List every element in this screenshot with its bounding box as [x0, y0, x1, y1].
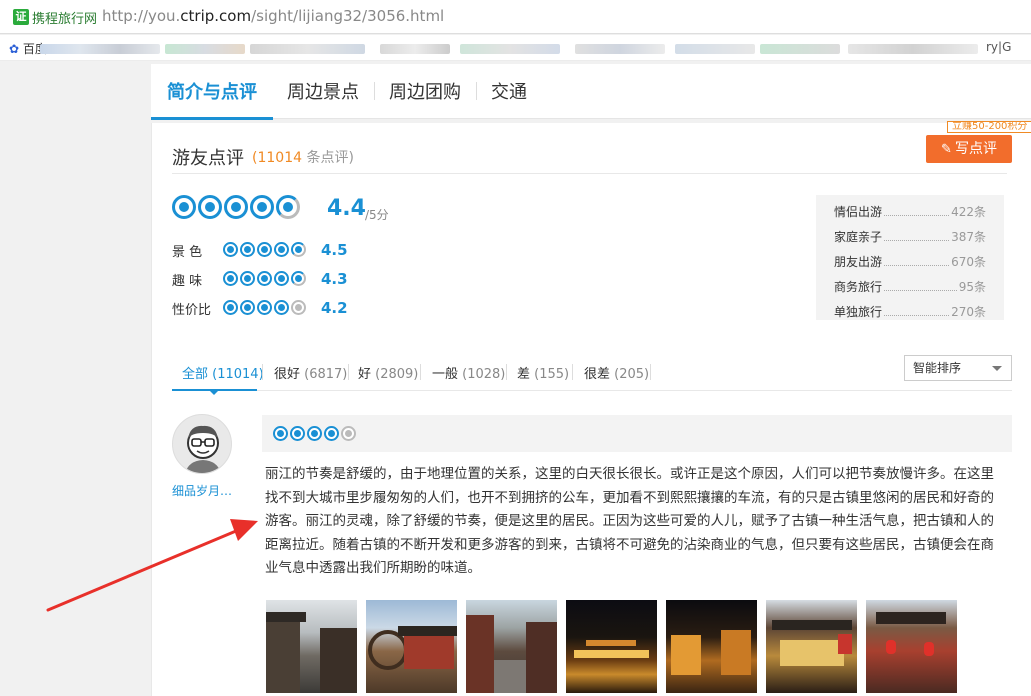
filter-poor[interactable]: 差 (155)	[517, 363, 569, 382]
review-photo-canal-street[interactable]	[266, 600, 357, 693]
rating-circle-icon	[240, 271, 255, 286]
overall-score: 4.4	[327, 196, 366, 221]
sub-score-label-scenery: 景 色	[172, 245, 203, 260]
traveler-type-row[interactable]: 朋友出游 670条	[834, 249, 986, 274]
review-photo-waterwheel[interactable]	[366, 600, 457, 693]
rating-circle-empty-icon	[341, 426, 356, 441]
points-badge: 立赚50-200积分	[947, 121, 1031, 133]
traveler-type-row[interactable]: 商务旅行 95条	[834, 274, 986, 299]
fun-rating-circles	[223, 271, 306, 286]
sub-score-label-fun: 趣 味	[172, 274, 203, 289]
filter-good[interactable]: 好 (2809)	[358, 363, 418, 382]
value-rating-circles	[223, 300, 306, 315]
rating-circle-icon	[274, 242, 289, 257]
rating-circle-icon	[198, 195, 222, 219]
header-divider	[172, 173, 1007, 174]
rating-circle-half-icon	[291, 242, 306, 257]
bookmark-blurred[interactable]	[575, 44, 665, 54]
bookmark-blurred[interactable]	[675, 44, 755, 54]
rating-circle-icon	[290, 426, 305, 441]
browser-address-bar[interactable]: 证 携程旅行网 http://you.ctrip.com/sight/lijia…	[0, 0, 1031, 34]
rating-circle-icon	[223, 242, 238, 257]
sub-score-scenery: 4.5	[321, 241, 348, 259]
rating-circle-half-icon	[276, 195, 300, 219]
reviews-count: (11014 条点评)	[252, 150, 354, 166]
filter-caret-icon	[209, 390, 219, 395]
review-filter-bar: 全部 (11014) 很好 (6817) 好 (2809) 一般 (1028) …	[172, 359, 1012, 395]
tab-divider	[374, 82, 375, 100]
sub-score-value: 4.2	[321, 299, 348, 317]
overall-score-unit: /5分	[365, 208, 389, 222]
bookmark-blurred[interactable]	[460, 44, 560, 54]
review-rating-circles	[273, 426, 356, 441]
site-name: 携程旅行网	[32, 12, 98, 27]
write-review-button[interactable]: ✎ 写点评	[926, 135, 1012, 163]
bookmark-blurred[interactable]	[760, 44, 840, 54]
review-photo-lit-building[interactable]	[766, 600, 857, 693]
traveler-type-row[interactable]: 家庭亲子 387条	[834, 224, 986, 249]
rating-circle-icon	[250, 195, 274, 219]
overall-rating-circles	[172, 195, 300, 219]
sub-score-fun: 4.3	[321, 270, 348, 288]
rating-circle-icon	[307, 426, 322, 441]
avatar[interactable]	[172, 414, 232, 474]
rating-circle-icon	[240, 300, 255, 315]
rating-circle-icon	[257, 242, 272, 257]
chevron-down-icon	[992, 366, 1002, 371]
tab-intro-reviews[interactable]: 简介与点评	[167, 78, 257, 104]
rating-circle-icon	[223, 300, 238, 315]
review-photos	[266, 600, 957, 693]
pencil-icon: ✎	[941, 142, 952, 157]
traveler-type-row[interactable]: 情侣出游 422条	[834, 199, 986, 224]
rating-circle-half-icon	[291, 271, 306, 286]
rating-circle-icon	[224, 195, 248, 219]
rating-circle-icon	[324, 426, 339, 441]
left-gutter	[0, 62, 150, 696]
sub-score-label-value: 性价比	[172, 303, 212, 318]
reviewer-name[interactable]: 细品岁月…	[172, 482, 232, 499]
sort-select[interactable]: 智能排序	[904, 355, 1012, 381]
section-tabs: 简介与点评 周边景点 周边团购 交通	[151, 64, 1031, 120]
rating-circle-icon	[240, 242, 255, 257]
traveler-type-box: 情侣出游 422条 家庭亲子 387条 朋友出游 670条 商务旅行 95条 单独旅行 2…	[816, 195, 1004, 320]
bookmark-tail[interactable]: ry|G	[986, 40, 1011, 54]
bookmark-blurred[interactable]	[40, 44, 160, 54]
rating-circle-empty-icon	[291, 300, 306, 315]
bookmark-blurred[interactable]	[250, 44, 365, 54]
filter-very-good[interactable]: 很好 (6817)	[274, 363, 347, 382]
reviews-panel: 游友点评 (11014 条点评) 立赚50-200积分 ✎ 写点评 4.4 /5分…	[151, 121, 1031, 696]
bookmark-blurred[interactable]	[165, 44, 245, 54]
reviews-title: 游友点评	[172, 148, 244, 169]
user-avatar-icon	[185, 425, 221, 473]
filter-very-poor[interactable]: 很差 (205)	[584, 363, 649, 382]
review-rating-bar	[262, 415, 1012, 452]
review-text: 丽江的节奏是舒缓的，由于地理位置的关系，这里的白天很长很长。或许正是这个原因，人…	[265, 466, 994, 576]
tab-nearby-sights[interactable]: 周边景点	[287, 78, 359, 104]
tab-nearby-groupbuy[interactable]: 周边团购	[389, 78, 461, 104]
paw-icon: ✿	[9, 42, 20, 56]
bookmark-blurred[interactable]	[380, 44, 450, 54]
tab-active-indicator	[151, 117, 273, 120]
bookmark-blurred[interactable]	[848, 44, 978, 54]
tab-transport[interactable]: 交通	[491, 78, 527, 104]
rating-circle-icon	[257, 271, 272, 286]
review-photo-night-lights[interactable]	[566, 600, 657, 693]
url-text[interactable]: http://you.ctrip.com/sight/lijiang32/305…	[102, 7, 444, 25]
scenery-rating-circles	[223, 242, 306, 257]
traveler-type-row[interactable]: 单独旅行 270条	[834, 299, 986, 324]
rating-circle-icon	[273, 426, 288, 441]
bookmarks-bar: ✿ 百度 ry|G	[0, 35, 1031, 61]
rating-circle-icon	[274, 300, 289, 315]
filter-average[interactable]: 一般 (1028)	[432, 363, 505, 382]
rating-circle-icon	[257, 300, 272, 315]
filter-all[interactable]: 全部 (11014)	[182, 363, 264, 382]
rating-circle-icon	[274, 271, 289, 286]
tab-divider	[476, 82, 477, 100]
review-photo-old-street[interactable]	[466, 600, 557, 693]
rating-circle-icon	[223, 271, 238, 286]
review-photo-red-lanterns[interactable]	[866, 600, 957, 693]
site-favicon-icon: 证	[13, 9, 29, 25]
rating-circle-icon	[172, 195, 196, 219]
review-photo-night-street[interactable]	[666, 600, 757, 693]
